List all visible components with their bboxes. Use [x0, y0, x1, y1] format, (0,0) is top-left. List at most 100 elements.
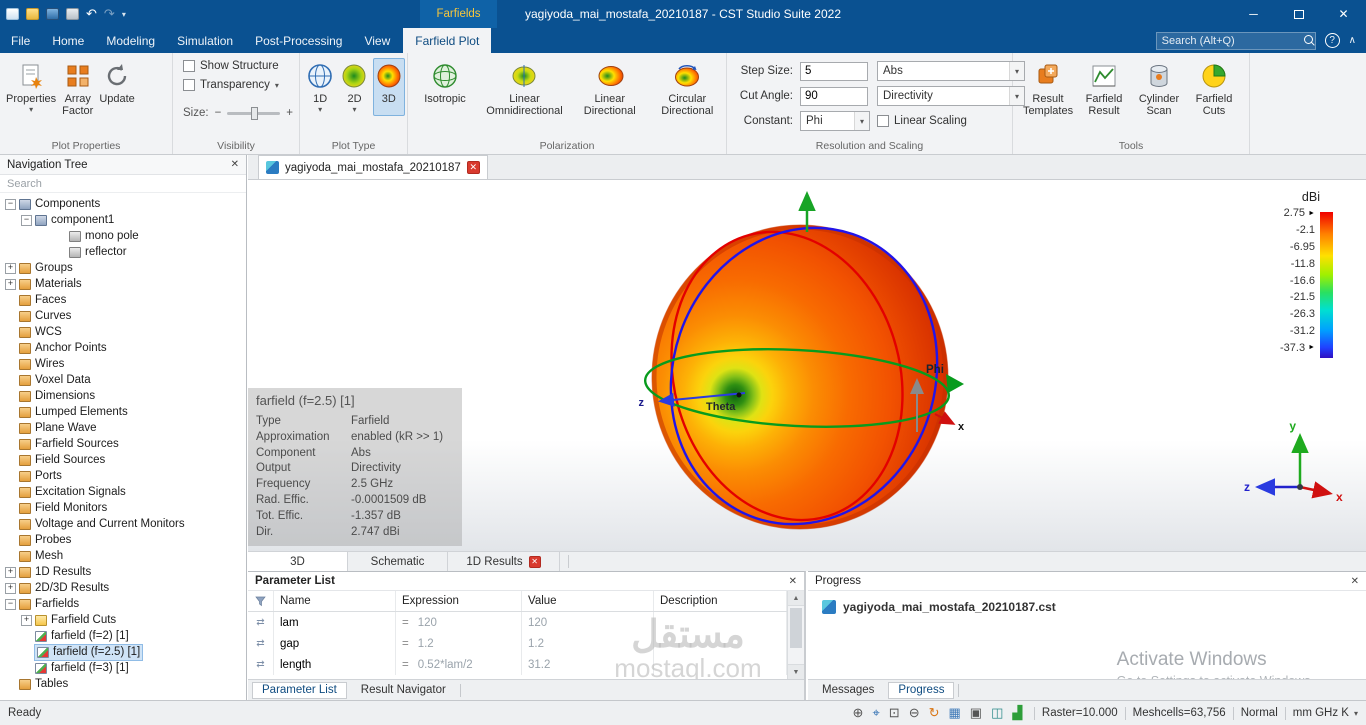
context-tab-farfields[interactable]: Farfields — [420, 0, 497, 28]
tree-item-farfield-f2-5-selected[interactable]: farfield (f=2.5) [1] — [0, 643, 246, 661]
linear-omnidirectional-button[interactable]: Linear Omnidirectional — [480, 58, 569, 119]
minimize-button[interactable]: ─ — [1231, 0, 1276, 28]
tree-item-voltage-current-monitors[interactable]: Voltage and Current Monitors — [0, 516, 246, 532]
undo-icon[interactable]: ↶ — [86, 6, 97, 22]
properties-dropdown-icon[interactable]: ▾ — [29, 106, 33, 114]
directivity-dropdown[interactable]: Directivity ▾ — [877, 86, 1025, 106]
orientation-triad[interactable]: y z x — [1244, 419, 1343, 504]
search-input[interactable] — [1161, 34, 1304, 47]
plot-1d-dropdown-icon[interactable]: ▾ — [318, 106, 322, 114]
progress-file-row[interactable]: yagiyoda_mai_mostafa_20210187.cst — [808, 591, 1366, 614]
rotate-view-icon[interactable]: ↻ — [929, 705, 940, 721]
size-plus-icon[interactable]: + — [286, 107, 293, 119]
zoom-box-icon[interactable]: ⊡ — [889, 705, 900, 721]
tree-item-farfield-sources[interactable]: Farfield Sources — [0, 436, 246, 452]
new-project-icon[interactable] — [6, 8, 19, 20]
isotropic-button[interactable]: Isotropic — [416, 58, 474, 119]
zoom-out-icon[interactable]: ⊖ — [909, 705, 920, 721]
view-tab-close-icon[interactable]: ✕ — [528, 555, 541, 568]
cut-angle-input[interactable] — [800, 86, 868, 106]
result-templates-button[interactable]: Result Templates — [1021, 58, 1075, 119]
parameter-row-gap[interactable]: ⇄ gap = 1.2 1.2 — [248, 633, 787, 654]
scroll-up-icon[interactable]: ▲ — [788, 591, 804, 606]
view-tab-3d[interactable]: 3D — [248, 552, 348, 571]
tree-item-mesh[interactable]: Mesh — [0, 548, 246, 564]
column-header-name[interactable]: Name — [274, 591, 396, 611]
scrollbar-thumb[interactable] — [790, 608, 802, 648]
maximize-button[interactable] — [1276, 0, 1321, 28]
tree-item-2d3d-results[interactable]: 2D/3D Results — [0, 580, 246, 596]
menu-view[interactable]: View — [353, 28, 401, 53]
tree-item-excitation-signals[interactable]: Excitation Signals — [0, 484, 246, 500]
tree-item-ports[interactable]: Ports — [0, 468, 246, 484]
tab-parameter-list[interactable]: Parameter List — [252, 681, 347, 699]
zoom-in-icon[interactable]: ⊕ — [853, 705, 864, 721]
properties-button[interactable]: Properties ▾ — [4, 58, 58, 119]
tree-item-farfield-f2[interactable]: farfield (f=2) [1] — [0, 628, 246, 644]
search-box[interactable] — [1155, 31, 1316, 50]
farfield-cuts-button[interactable]: Farfield Cuts — [1189, 58, 1239, 119]
view-tab-1d-results[interactable]: 1D Results ✕ — [448, 552, 560, 571]
column-header-expression[interactable]: Expression — [396, 591, 522, 611]
tree-item-dimensions[interactable]: Dimensions — [0, 388, 246, 404]
tree-item-reflector[interactable]: reflector — [0, 244, 246, 260]
collapse-icon[interactable] — [21, 214, 32, 226]
tree-item-1d-results[interactable]: 1D Results — [0, 564, 246, 580]
linear-scaling-row[interactable]: Linear Scaling — [877, 115, 1025, 127]
tab-farfield-plot[interactable]: Farfield Plot — [403, 28, 492, 53]
menu-modeling[interactable]: Modeling — [95, 28, 166, 53]
open-project-icon[interactable] — [26, 8, 39, 20]
menu-post-processing[interactable]: Post-Processing — [244, 28, 353, 53]
constant-dropdown-icon[interactable]: ▾ — [854, 112, 869, 130]
column-header-description[interactable]: Description — [654, 591, 787, 611]
tab-progress[interactable]: Progress — [888, 681, 955, 699]
expand-icon[interactable] — [5, 262, 16, 274]
tree-item-tables[interactable]: Tables — [0, 676, 246, 692]
menu-simulation[interactable]: Simulation — [166, 28, 244, 53]
center-view-icon[interactable]: ⌖ — [872, 705, 879, 721]
farfield-result-button[interactable]: Farfield Result — [1079, 58, 1129, 119]
expand-icon[interactable] — [5, 566, 16, 578]
column-header-value[interactable]: Value — [522, 591, 654, 611]
print-icon[interactable] — [66, 8, 79, 20]
units-dropdown-icon[interactable]: ▾ — [1354, 709, 1358, 718]
bounding-box-icon[interactable]: ▣ — [970, 705, 982, 721]
tree-item-faces[interactable]: Faces — [0, 292, 246, 308]
tree-item-farfields[interactable]: Farfields — [0, 596, 246, 612]
tree-item-farfield-f3[interactable]: farfield (f=3) [1] — [0, 660, 246, 676]
redo-icon[interactable]: ↷ — [104, 6, 115, 22]
tree-item-field-sources[interactable]: Field Sources — [0, 452, 246, 468]
tree-item-materials[interactable]: Materials — [0, 276, 246, 292]
array-factor-button[interactable]: Array Factor — [60, 58, 95, 119]
parameter-row-length[interactable]: ⇄ length = 0.52*lam/2 31.2 — [248, 654, 787, 675]
abs-dropdown[interactable]: Abs ▾ — [877, 61, 1025, 81]
step-size-input[interactable] — [800, 61, 868, 81]
tree-search-box[interactable] — [0, 175, 246, 193]
tab-result-navigator[interactable]: Result Navigator — [351, 682, 456, 699]
expand-icon[interactable] — [21, 614, 32, 626]
navigation-tree-close-icon[interactable]: ✕ — [231, 159, 239, 170]
tree-item-plane-wave[interactable]: Plane Wave — [0, 420, 246, 436]
parameter-row-lam[interactable]: ⇄ lam = 120 120 — [248, 612, 787, 633]
tree-item-lumped-elements[interactable]: Lumped Elements — [0, 404, 246, 420]
show-structure-checkbox-row[interactable]: Show Structure — [183, 60, 293, 72]
plot-2d-button[interactable]: 2D ▾ — [338, 58, 370, 116]
status-mesh-type[interactable]: Normal — [1241, 707, 1278, 719]
tree-item-curves[interactable]: Curves — [0, 308, 246, 324]
linear-scaling-checkbox[interactable] — [877, 115, 889, 127]
tree-item-mono-pole[interactable]: mono pole — [0, 228, 246, 244]
status-units[interactable]: mm GHz K — [1293, 707, 1349, 719]
constant-dropdown[interactable]: Phi ▾ — [800, 111, 870, 131]
menu-file[interactable]: File — [0, 28, 41, 53]
collapse-ribbon-icon[interactable]: ∧ — [1349, 35, 1356, 46]
linear-directional-button[interactable]: Linear Directional — [575, 58, 645, 119]
tree-item-groups[interactable]: Groups — [0, 260, 246, 276]
tree-search-input[interactable] — [7, 177, 239, 190]
scroll-down-icon[interactable]: ▼ — [788, 664, 804, 679]
show-structure-checkbox[interactable] — [183, 60, 195, 72]
tab-messages[interactable]: Messages — [812, 682, 884, 699]
tree-item-components[interactable]: Components — [0, 196, 246, 212]
update-button[interactable]: Update — [97, 58, 136, 119]
plot-1d-button[interactable]: 1D ▾ — [304, 58, 336, 116]
size-minus-icon[interactable]: − — [215, 107, 222, 119]
